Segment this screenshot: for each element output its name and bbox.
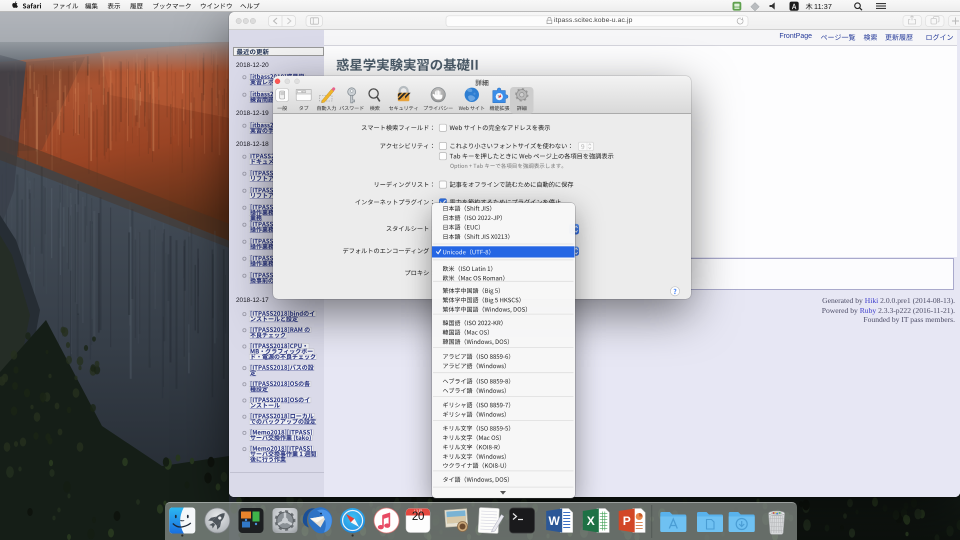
svg-text:P: P: [623, 514, 631, 528]
svg-text:W: W: [549, 514, 561, 528]
svg-text:X: X: [587, 514, 595, 528]
